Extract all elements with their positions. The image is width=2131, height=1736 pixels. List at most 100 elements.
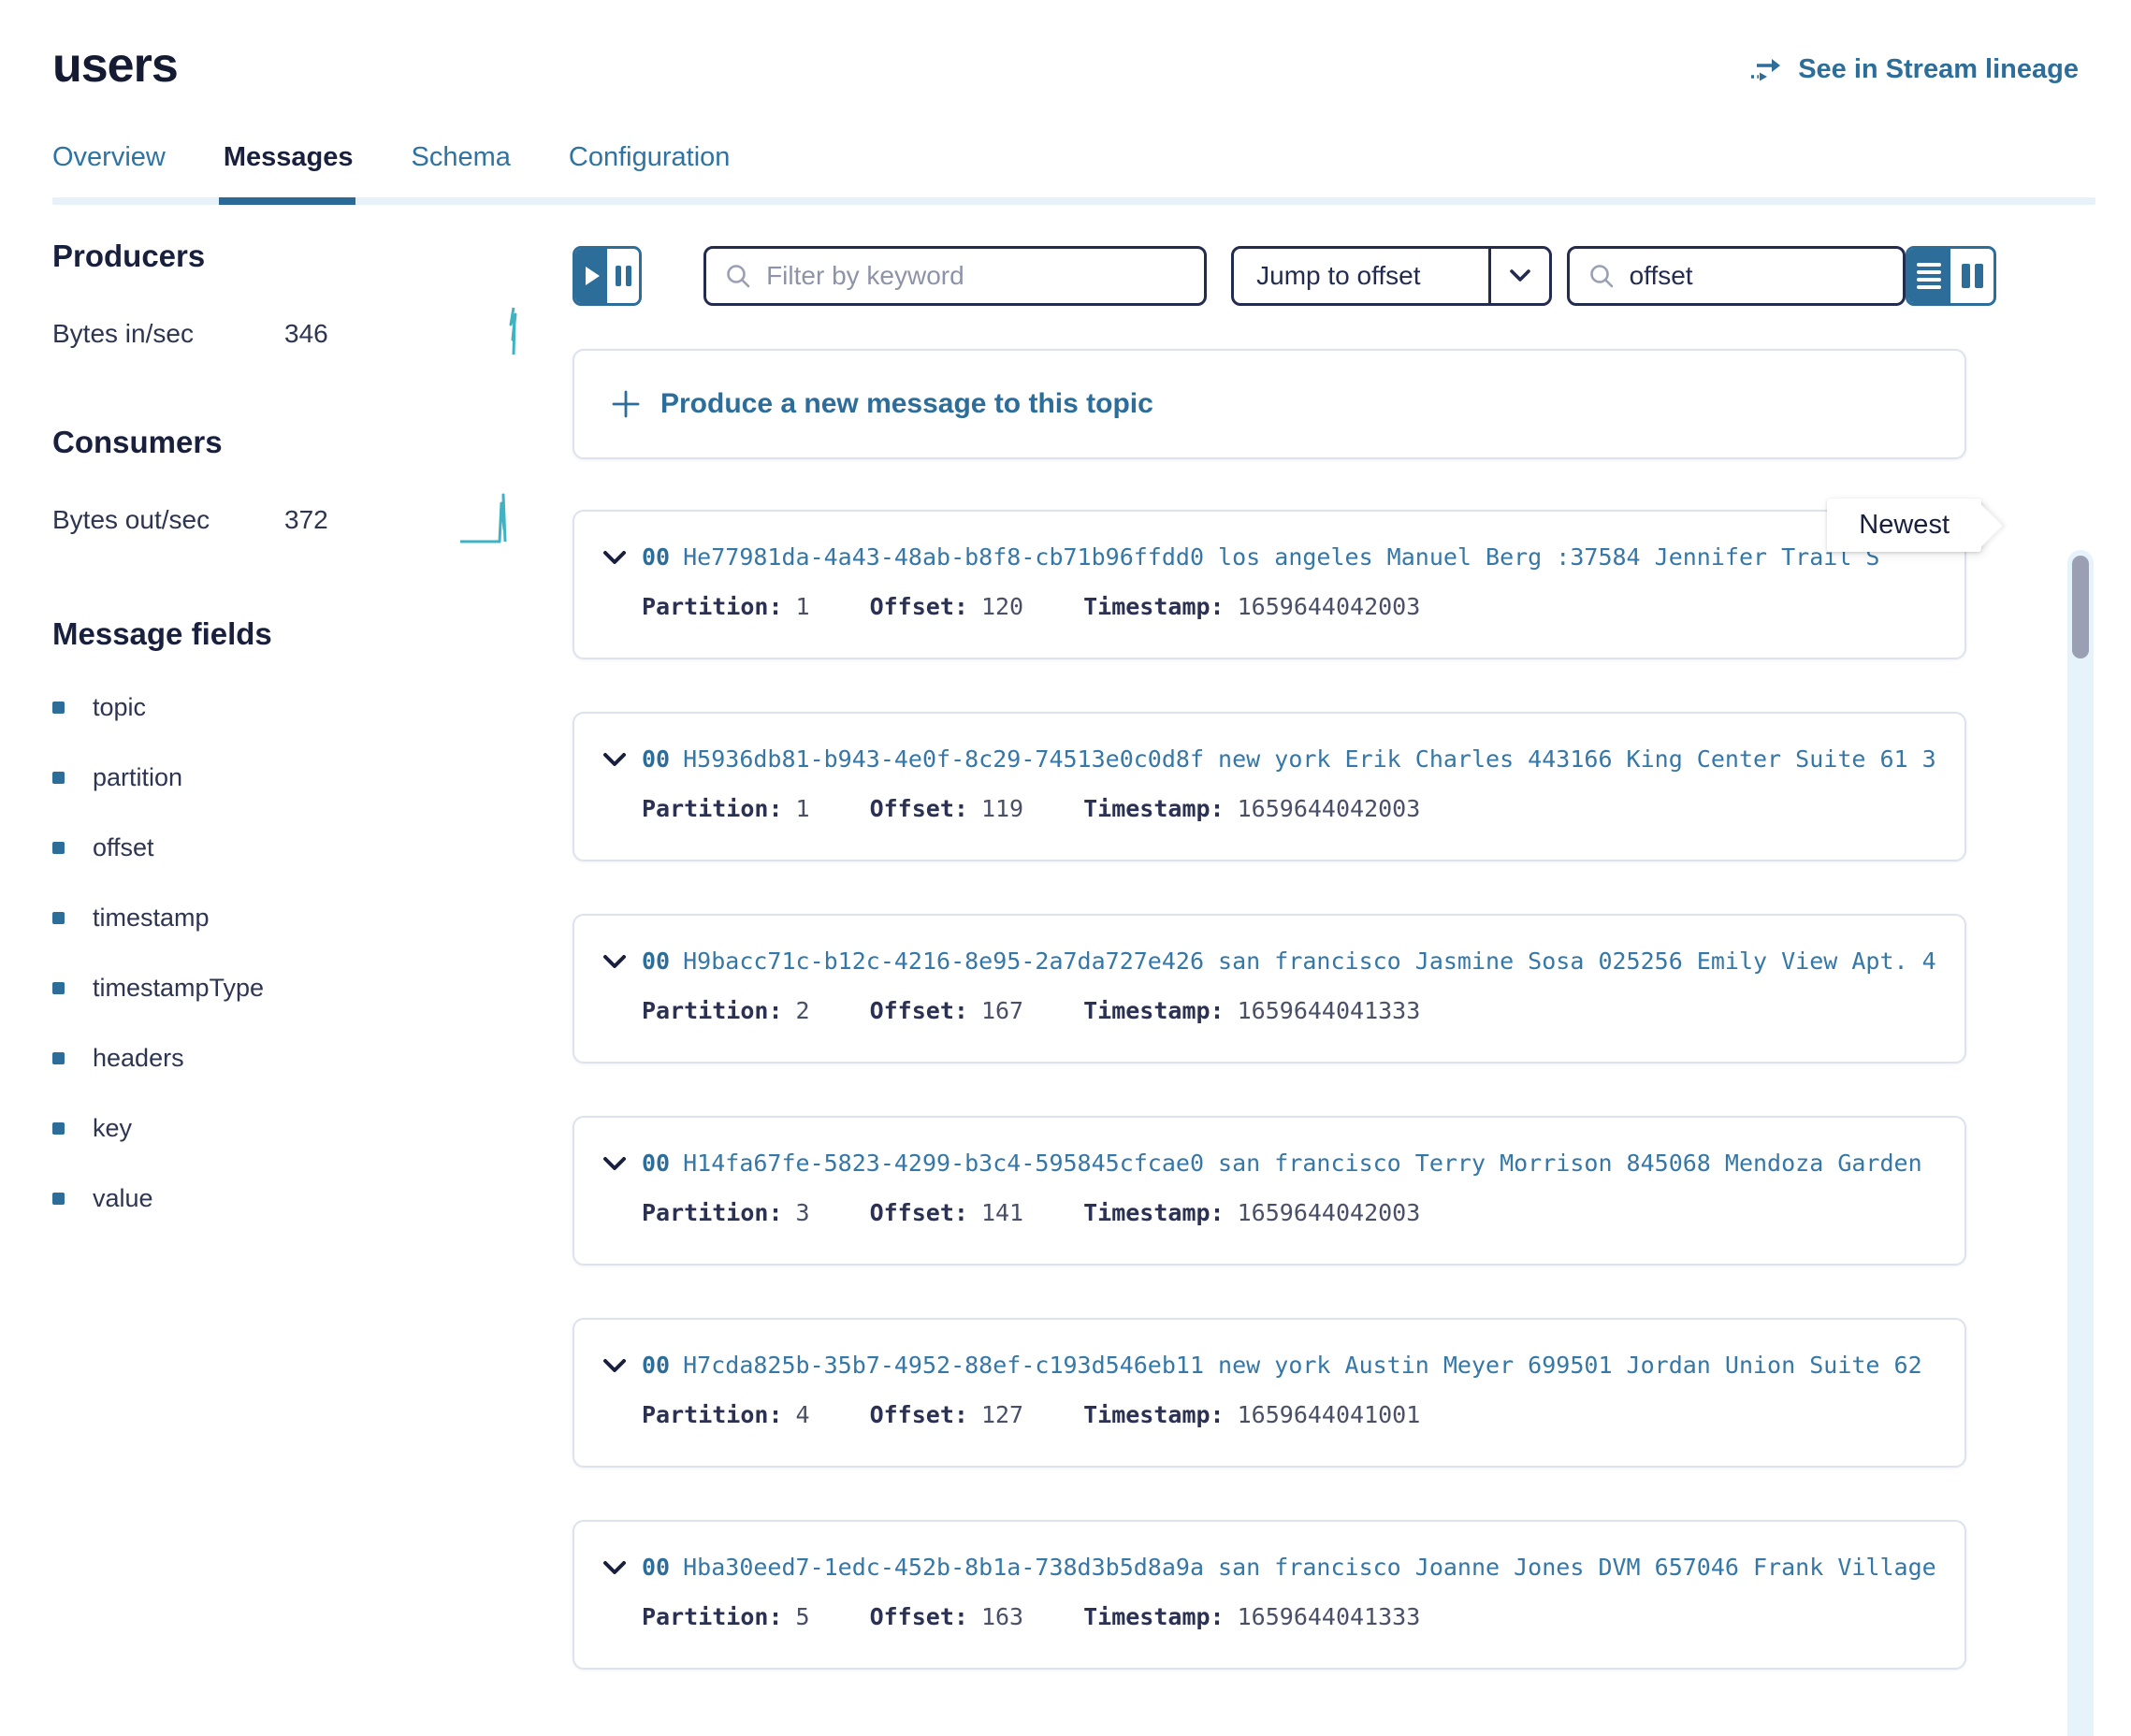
offset-field: Offset:120 [870, 593, 1024, 620]
offset-field: Offset:119 [870, 795, 1024, 822]
offset-value: 167 [981, 997, 1023, 1024]
message-row[interactable]: 00 Hba30eed7-1edc-452b-8b1a-738d3b5d8a9a… [573, 1520, 1966, 1670]
field-bullet-icon [52, 772, 65, 784]
message-field-offset[interactable]: offset [52, 833, 573, 862]
list-view-icon [1917, 263, 1941, 289]
message-row[interactable]: 00 H14fa67fe-5823-4299-b3c4-595845cfcae0… [573, 1116, 1966, 1266]
filter-input[interactable] [764, 260, 1185, 292]
page-header: users See in Stream lineage [0, 0, 2131, 94]
sidebar: Producers Bytes in/sec 346 Consumers Byt… [52, 225, 573, 1670]
message-summary[interactable]: H7cda825b-35b7-4952-88ef-c193d546eb11 ne… [683, 1352, 1936, 1379]
offset-search-box [1567, 246, 1906, 306]
produce-message-label: Produce a new message to this topic [660, 388, 1153, 420]
partition-value: 1 [796, 795, 810, 822]
produce-message-button[interactable]: Produce a new message to this topic [573, 349, 1966, 459]
message-field-timestamptype[interactable]: timestampType [52, 974, 573, 1003]
offset-value: 127 [981, 1401, 1023, 1428]
message-fields-heading: Message fields [52, 616, 573, 652]
partition-field: Partition:1 [642, 593, 810, 620]
timestamp-value: 1659644041333 [1238, 997, 1421, 1024]
offset-value: 120 [981, 593, 1023, 620]
plus-icon [612, 390, 640, 418]
scrollbar-track[interactable] [2067, 550, 2094, 1736]
chevron-down-icon[interactable] [602, 954, 638, 969]
tab-messages[interactable]: Messages [224, 142, 354, 197]
bytes-out-metric: Bytes out/sec 372 [52, 488, 573, 551]
message-field-headers[interactable]: headers [52, 1044, 573, 1073]
message-field-partition[interactable]: partition [52, 763, 573, 792]
timestamp-value: 1659644041333 [1238, 1603, 1421, 1630]
jump-to-offset-select[interactable]: Jump to offset [1231, 246, 1551, 306]
message-summary[interactable]: H9bacc71c-b12c-4216-8e95-2a7da727e426 sa… [683, 948, 1936, 975]
bytes-in-metric: Bytes in/sec 346 [52, 302, 573, 365]
offset-value: 119 [981, 795, 1023, 822]
tab-schema[interactable]: Schema [412, 142, 511, 197]
message-field-topic[interactable]: topic [52, 693, 573, 722]
offset-search-input[interactable] [1628, 260, 1884, 292]
chevron-down-icon[interactable] [602, 1560, 638, 1575]
message-summary[interactable]: He77981da-4a43-48ab-b8f8-cb71b96ffdd0 lo… [683, 543, 1936, 571]
field-bullet-icon [52, 1193, 65, 1205]
messages-panel: Jump to offset [573, 225, 2049, 1670]
message-summary[interactable]: H5936db81-b943-4e0f-8c29-74513e0c0d8f ne… [683, 745, 1936, 773]
offset-field: Offset:127 [870, 1401, 1024, 1428]
jump-select-value: Jump to offset [1234, 249, 1487, 303]
partition-field: Partition:5 [642, 1603, 810, 1630]
pause-icon [616, 266, 631, 286]
search-icon [725, 263, 751, 289]
timestamp-field: Timestamp:1659644042003 [1083, 795, 1420, 822]
bytes-out-label: Bytes out/sec [52, 505, 284, 535]
message-row[interactable]: 00 H9bacc71c-b12c-4216-8e95-2a7da727e426… [573, 914, 1966, 1063]
message-field-value[interactable]: value [52, 1184, 573, 1213]
offset-value: 163 [981, 1603, 1023, 1630]
message-row[interactable]: 00 He77981da-4a43-48ab-b8f8-cb71b96ffdd0… [573, 510, 1966, 659]
list-view-button[interactable] [1908, 249, 1951, 303]
message-field-key[interactable]: key [52, 1114, 573, 1143]
chevron-down-icon[interactable] [602, 752, 638, 767]
tab-configuration[interactable]: Configuration [569, 142, 731, 197]
message-prefix-icon: 00 [642, 1352, 670, 1379]
lineage-arrows-icon [1749, 57, 1785, 83]
partition-value: 2 [796, 997, 810, 1024]
chevron-down-icon[interactable] [602, 1156, 638, 1171]
message-field-timestamp[interactable]: timestamp [52, 904, 573, 933]
message-row[interactable]: 00 H7cda825b-35b7-4952-88ef-c193d546eb11… [573, 1318, 1966, 1468]
consumers-heading: Consumers [52, 425, 573, 460]
tab-overview[interactable]: Overview [52, 142, 166, 197]
column-view-button[interactable] [1950, 249, 1993, 303]
pause-button[interactable] [607, 249, 639, 303]
view-mode-toggle [1906, 246, 1996, 306]
message-row[interactable]: 00 H5936db81-b943-4e0f-8c29-74513e0c0d8f… [573, 712, 1966, 861]
partition-value: 4 [796, 1401, 810, 1428]
column-view-icon [1962, 264, 1983, 288]
partition-field: Partition:2 [642, 997, 810, 1024]
offset-field: Offset:167 [870, 997, 1024, 1024]
timestamp-value: 1659644042003 [1238, 1199, 1421, 1226]
partition-field: Partition:4 [642, 1401, 810, 1428]
field-bullet-icon [52, 702, 65, 714]
bytes-out-sparkline [457, 488, 526, 551]
message-summary[interactable]: H14fa67fe-5823-4299-b3c4-595845cfcae0 sa… [683, 1150, 1936, 1177]
chevron-down-icon[interactable] [602, 1358, 638, 1373]
offset-field: Offset:141 [870, 1199, 1024, 1226]
scrollbar-thumb[interactable] [2072, 556, 2089, 658]
timestamp-field: Timestamp:1659644041001 [1083, 1401, 1420, 1428]
play-icon [586, 267, 600, 285]
search-icon [1588, 263, 1615, 289]
timestamp-value: 1659644042003 [1238, 795, 1421, 822]
stream-lineage-link[interactable]: See in Stream lineage [1749, 54, 2079, 85]
partition-value: 1 [796, 593, 810, 620]
timestamp-field: Timestamp:1659644041333 [1083, 997, 1420, 1024]
timestamp-field: Timestamp:1659644042003 [1083, 1199, 1420, 1226]
chevron-down-icon[interactable] [602, 550, 638, 565]
chevron-down-icon[interactable] [1488, 249, 1549, 303]
partition-field: Partition:1 [642, 795, 810, 822]
offset-value: 141 [981, 1199, 1023, 1226]
tab-underline-track [52, 197, 2095, 205]
play-button[interactable] [575, 249, 607, 303]
message-prefix-icon: 00 [642, 948, 670, 975]
message-prefix-icon: 00 [642, 1554, 670, 1581]
timestamp-value: 1659644042003 [1238, 593, 1421, 620]
partition-value: 5 [796, 1603, 810, 1630]
message-summary[interactable]: Hba30eed7-1edc-452b-8b1a-738d3b5d8a9a sa… [683, 1554, 1936, 1581]
